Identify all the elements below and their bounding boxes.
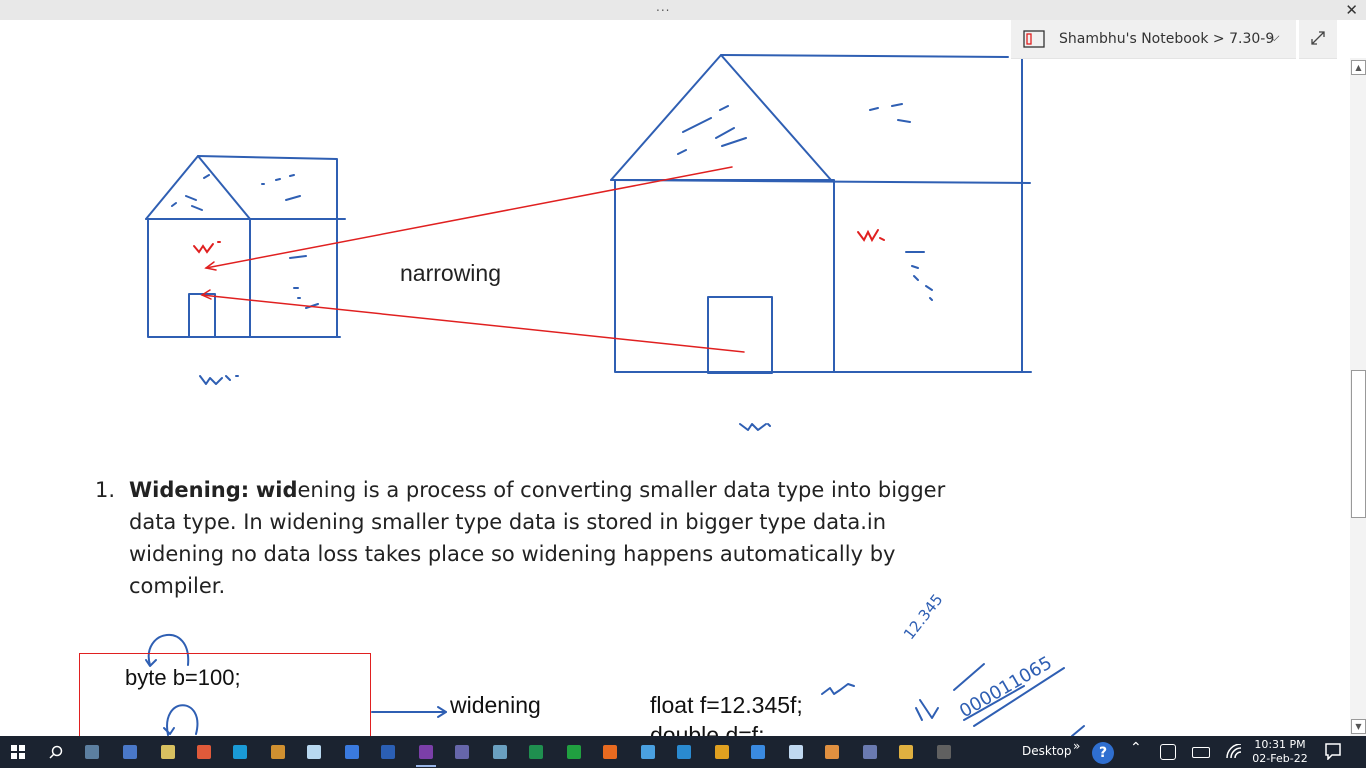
notes-icon-glyph [307,745,321,759]
pen-tool-icon[interactable] [858,740,882,764]
skype-icon-glyph [233,745,247,759]
pen-icon-glyph [455,745,469,759]
paint-icon-glyph [197,745,211,759]
zoom-icon-glyph [751,745,765,759]
keyboard-icon-glyph [123,745,137,759]
wordpad-icon-glyph [271,745,285,759]
word-icon-glyph [381,745,395,759]
monitor-icon[interactable] [636,740,660,764]
clock-date: 02-Feb-22 [1252,752,1308,765]
widening-bold-prefix: wid [255,478,298,502]
wordpad-icon[interactable] [266,740,290,764]
expand-button[interactable] [1299,20,1337,59]
start-icon-glyph [11,745,25,759]
widening-note: 1. Widening: widening is a process of co… [95,474,965,602]
taskbar-overflow[interactable]: » [1073,739,1080,753]
sync-icon[interactable] [562,740,586,764]
chevron-down-icon[interactable]: ⌵ [1269,29,1280,45]
clock[interactable]: 10:31 PM 02-Feb-22 [1250,738,1310,766]
ink-layer [145,54,1085,736]
clock-time: 10:31 PM [1254,738,1306,751]
scroll-thumb[interactable] [1351,370,1366,518]
help-icon[interactable]: ? [1092,742,1114,764]
word-icon[interactable] [376,740,400,764]
notepad-icon-glyph [161,745,175,759]
code-line-byte: byte b=100; [125,665,241,690]
small-house-drawing [145,155,346,385]
widening-label: widening [450,692,541,718]
calculator-icon-glyph [85,745,99,759]
keyboard-icon[interactable] [118,740,142,764]
expand-icon [1311,31,1325,45]
big-house-drawing [610,54,1032,431]
desktop-toolbar-label[interactable]: Desktop [1022,744,1072,758]
notepad-icon[interactable] [156,740,180,764]
float-code: float f=12.345f; [650,692,803,718]
skype-icon[interactable] [228,740,252,764]
search-icon[interactable] [44,740,68,764]
list-number: 1. [95,478,116,502]
calculator-icon[interactable] [80,740,104,764]
start-icon[interactable] [6,740,30,764]
narrowing-label: narrowing [400,260,501,286]
scroll-down-button[interactable]: ▼ [1351,719,1366,734]
chrome-icon[interactable] [710,740,734,764]
firefox-icon-glyph [603,745,617,759]
paint3d-icon-glyph [493,745,507,759]
folder-icon[interactable] [894,740,918,764]
monitor-icon-glyph [641,745,655,759]
notes-icon[interactable] [302,740,326,764]
chrome-icon-glyph [715,745,729,759]
breadcrumb-text[interactable]: Shambhu's Notebook > 7.30-9 [1059,31,1274,47]
notebook-icon [1023,30,1045,52]
sync-icon-glyph [567,745,581,759]
onenote-icon[interactable] [414,740,438,767]
snowflake-icon-glyph [789,745,803,759]
widening-heading: Widening: [129,478,250,502]
folder-icon-glyph [899,745,913,759]
tray-chevron-icon[interactable]: ⌃ [1130,740,1142,756]
pycharm-icon-glyph [529,745,543,759]
gear-app-icon-glyph [825,745,839,759]
search-icon-glyph [49,745,63,759]
pen-icon[interactable] [450,740,474,764]
wifi-icon[interactable] [1226,744,1242,760]
paint3d-icon[interactable] [488,740,512,764]
notification-icon[interactable] [1324,742,1342,760]
notebook-breadcrumb[interactable]: Shambhu's Notebook > 7.30-9 ⌵ [1011,20,1296,59]
battery-icon[interactable] [1192,747,1210,758]
store-icon[interactable] [340,740,364,764]
firefox-icon[interactable] [598,740,622,764]
pycharm-icon[interactable] [524,740,548,764]
pen-tool-icon-glyph [863,745,877,759]
widening-text: ening is a process of converting smaller… [129,478,946,598]
terminal-icon-glyph [937,745,951,759]
widening-paragraph: Widening: widening is a process of conve… [129,474,965,602]
gear-app-icon[interactable] [820,740,844,764]
camera-icon[interactable] [1160,744,1176,760]
onenote-icon-glyph [419,745,433,759]
edge-icon[interactable] [672,740,696,764]
store-icon-glyph [345,745,359,759]
edge-icon-glyph [677,745,691,759]
paint-icon[interactable] [192,740,216,764]
terminal-icon[interactable] [932,740,956,764]
zoom-icon[interactable] [746,740,770,764]
snowflake-icon[interactable] [784,740,808,764]
scroll-up-button[interactable]: ▲ [1351,60,1366,75]
